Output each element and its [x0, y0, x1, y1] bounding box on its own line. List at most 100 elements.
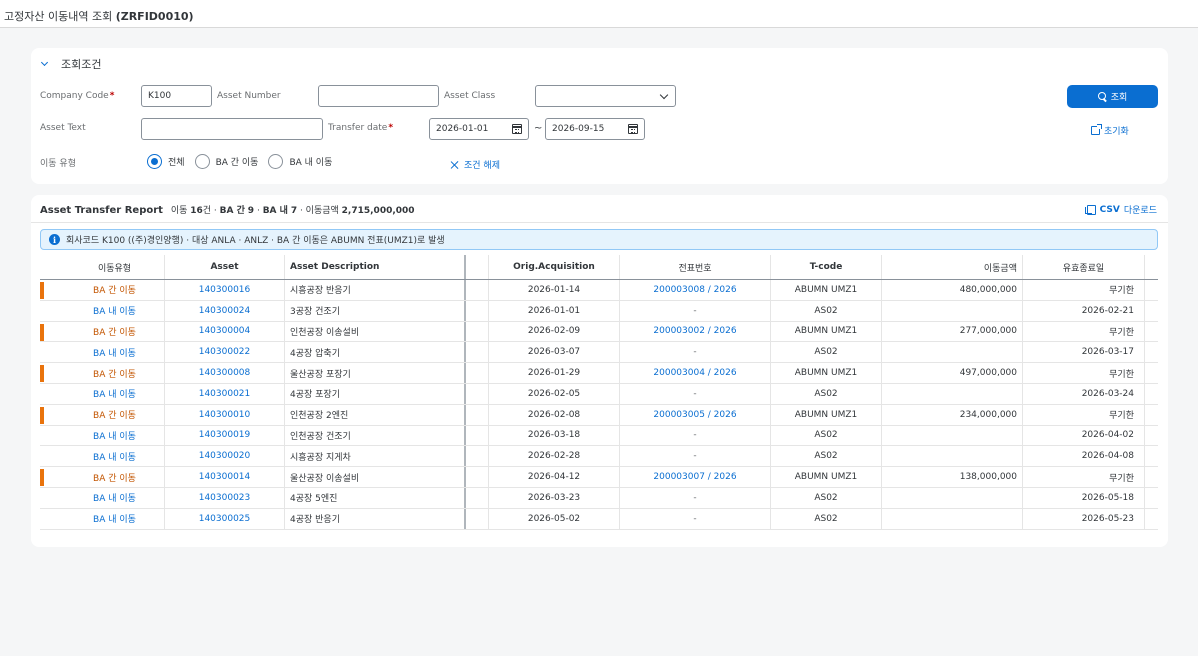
- cell-tcode: ABUMN UMZ1: [771, 363, 882, 383]
- cell-asset-link[interactable]: 140300020: [165, 446, 285, 467]
- inter-ba-marker: [40, 365, 44, 383]
- csv-download-button[interactable]: CSV 다운로드: [1084, 203, 1157, 216]
- cell-asset-link[interactable]: 140300014: [165, 467, 285, 487]
- table-row[interactable]: BA 내 이동 140300024 3공장 건조기 2026-01-01- AS02 20…: [40, 300, 1158, 322]
- cell-description: 4공장 압축기: [285, 342, 466, 363]
- cell-asset-link[interactable]: 140300023: [165, 487, 285, 508]
- summary-amount: 2,715,000,000: [341, 206, 415, 216]
- cell-asset-link[interactable]: 140300025: [165, 508, 285, 529]
- asset-number-label: Asset Number: [217, 91, 281, 101]
- cell-asset-link[interactable]: 140300016: [165, 280, 285, 300]
- reset-button[interactable]: 초기화: [1091, 123, 1129, 137]
- cell-move-type: BA 간 이동: [65, 467, 165, 487]
- cell-document[interactable]: 200003008 / 2026: [620, 280, 771, 300]
- table-row[interactable]: BA 내 이동 140300025 4공장 반응기 2026-05-02- AS02 20…: [40, 508, 1158, 530]
- table-row[interactable]: BA 내 이동 140300022 4공장 압축기 2026-03-07- AS02 20…: [40, 342, 1158, 364]
- column-header-acquisition[interactable]: Orig.Acquisition: [489, 255, 620, 279]
- asset-class-select[interactable]: [535, 85, 676, 107]
- cell-document: -: [620, 383, 771, 404]
- radio-unselected-icon[interactable]: [194, 153, 210, 169]
- cell-document: -: [620, 487, 771, 508]
- cell-description: 4공장 5엔진: [285, 487, 466, 508]
- asset-text-input[interactable]: [141, 118, 323, 140]
- copy-icon: [1084, 204, 1096, 215]
- cell-asset-link[interactable]: 140300024: [165, 300, 285, 321]
- cell-asset-link[interactable]: 140300010: [165, 404, 285, 425]
- column-header-document[interactable]: 전표번호: [620, 255, 771, 279]
- transfer-date-from-input[interactable]: 2026-01-01: [429, 118, 529, 140]
- cell-asset-link[interactable]: 140300004: [165, 321, 285, 342]
- column-header-amount[interactable]: 이동금액: [882, 255, 1023, 279]
- cell-document: -: [620, 300, 771, 321]
- company-code-input[interactable]: K100: [141, 85, 212, 107]
- cell-tcode: ABUMN UMZ1: [771, 280, 882, 300]
- cell-end-date: 2026-04-08: [1023, 446, 1145, 467]
- table-row[interactable]: BA 간 이동 140300004 인천공장 이송설비 2026-02-09 20000…: [40, 321, 1158, 343]
- summary-count: 16: [190, 206, 203, 216]
- cell-tcode: ABUMN UMZ1: [771, 467, 882, 487]
- calendar-icon[interactable]: [512, 124, 522, 134]
- asset-number-input[interactable]: [318, 85, 439, 107]
- calendar-icon[interactable]: [628, 124, 638, 134]
- cell-move-type: BA 내 이동: [65, 508, 165, 529]
- radio-unselected-icon[interactable]: [268, 153, 284, 169]
- cell-document: -: [620, 342, 771, 363]
- cell-move-type: BA 간 이동: [65, 280, 165, 300]
- table-row[interactable]: BA 간 이동 140300014 울산공장 이송설비 2026-04-12 20000…: [40, 467, 1158, 488]
- column-header-asset[interactable]: Asset: [165, 255, 285, 279]
- cell-tcode: ABUMN UMZ1: [771, 321, 882, 342]
- radio-selected-icon[interactable]: [147, 153, 162, 169]
- cell-gap: [466, 383, 489, 404]
- table-row[interactable]: BA 내 이동 140300020 시흥공장 지게차 2026-02-28- AS02 2…: [40, 446, 1158, 468]
- table-row[interactable]: BA 간 이동 140300016 시흥공장 반응기 2026-01-14 200003…: [40, 280, 1158, 301]
- table-row[interactable]: BA 내 이동 140300019 인천공장 건조기 2026-03-18- AS02 2…: [40, 425, 1158, 447]
- cell-asset-link[interactable]: 140300021: [165, 383, 285, 404]
- cell-document[interactable]: 200003004 / 2026: [620, 363, 771, 383]
- cell-description: 3공장 건조기: [285, 300, 466, 321]
- cell-document[interactable]: 200003005 / 2026: [620, 404, 771, 425]
- cell-move-type: BA 간 이동: [65, 321, 165, 342]
- column-header-description[interactable]: Asset Description: [285, 255, 466, 279]
- cell-amount: 277,000,000: [882, 321, 1023, 342]
- filter-panel: 조회조건 Company Code* K100 Asset Number Ass…: [31, 48, 1168, 184]
- column-header-tcode[interactable]: T-code: [771, 255, 882, 279]
- column-header-end-date[interactable]: 유효종료일: [1023, 255, 1145, 279]
- transfer-date-to-input[interactable]: 2026-09-15: [545, 118, 645, 140]
- summary-inter: 9: [247, 206, 255, 216]
- cell-document: -: [620, 425, 771, 446]
- table-row[interactable]: BA 간 이동 140300010 인천공장 2엔진 2026-02-08 200003…: [40, 404, 1158, 426]
- cell-move-type: BA 내 이동: [65, 383, 165, 404]
- cell-asset-link[interactable]: 140300022: [165, 342, 285, 363]
- cell-asset-link[interactable]: 140300019: [165, 425, 285, 446]
- cell-acquisition: 2026-01-01: [489, 300, 620, 321]
- row-marker: [40, 446, 65, 466]
- cell-amount: 480,000,000: [882, 280, 1023, 300]
- row-marker: [40, 405, 65, 425]
- cell-document[interactable]: 200003002 / 2026: [620, 321, 771, 342]
- radio-intra-ba[interactable]: BA 내 이동: [268, 153, 332, 169]
- clear-conditions-button[interactable]: 조건 해제: [451, 158, 500, 171]
- radio-inter-ba[interactable]: BA 간 이동: [194, 153, 258, 169]
- cell-end-date: 무기한: [1023, 467, 1145, 487]
- cell-amount: [882, 487, 1023, 508]
- table-row[interactable]: BA 내 이동 140300021 4공장 포장기 2026-02-05- AS02 20…: [40, 383, 1158, 405]
- chevron-down-icon[interactable]: [41, 60, 49, 68]
- cell-description: 4공장 포장기: [285, 383, 466, 404]
- inter-ba-marker: [40, 406, 44, 424]
- transfer-date-label: Transfer date*: [328, 123, 394, 133]
- cell-amount: [882, 342, 1023, 363]
- table-row[interactable]: BA 간 이동 140300008 울산공장 포장기 2026-01-29 200003…: [40, 363, 1158, 384]
- filter-header[interactable]: 조회조건: [41, 56, 101, 72]
- cell-amount: [882, 300, 1023, 321]
- cell-asset-link[interactable]: 140300008: [165, 363, 285, 383]
- filter-title: 조회조건: [61, 58, 102, 71]
- cell-amount: 234,000,000: [882, 404, 1023, 425]
- column-header-type[interactable]: 이동유형: [65, 255, 165, 279]
- cell-document[interactable]: 200003007 / 2026: [620, 467, 771, 487]
- table-header-row: 이동유형 Asset Asset Description Orig.Acquis…: [40, 255, 1158, 280]
- table-row[interactable]: BA 내 이동 140300023 4공장 5엔진 2026-03-23- AS02 20…: [40, 487, 1158, 509]
- cell-end-date: 2026-02-21: [1023, 300, 1145, 321]
- radio-all[interactable]: 전체: [147, 153, 185, 169]
- search-button[interactable]: 조회: [1067, 85, 1158, 108]
- summary-intra-label: BA 내: [262, 206, 288, 216]
